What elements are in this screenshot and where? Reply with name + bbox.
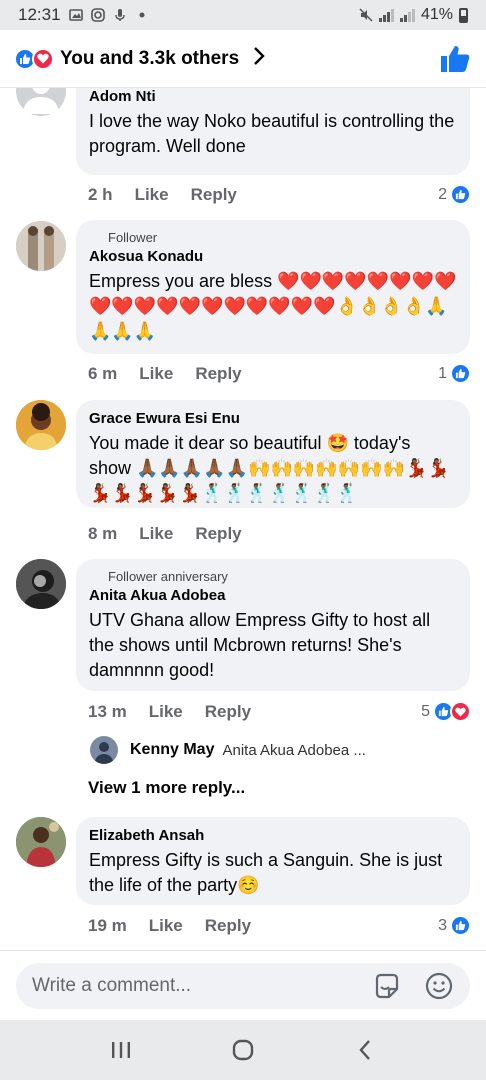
avatar[interactable] [16, 88, 66, 116]
comment-time: 13 m [88, 702, 127, 721]
comment-time: 19 m [88, 916, 127, 935]
reply-author-name[interactable]: Kenny May [130, 741, 214, 759]
comment-actions: 6 m Like Reply [88, 364, 242, 384]
mute-icon [359, 8, 373, 22]
follower-badge: Follower [108, 230, 158, 245]
reply-button[interactable]: Reply [195, 364, 241, 384]
like-button[interactable]: Like [135, 185, 169, 205]
like-reaction-icon [450, 915, 471, 936]
commenter-name[interactable]: Anita Akua Adobea [89, 587, 457, 604]
chevron-right-icon[interactable] [253, 46, 265, 72]
reaction-count: 2 [438, 185, 447, 203]
comment-bubble[interactable]: Grace Ewura Esi Enu You made it dear so … [76, 400, 470, 508]
avatar[interactable] [16, 559, 66, 609]
signal-icon-1 [378, 8, 394, 22]
android-nav-bar [0, 1020, 486, 1080]
comment-text: Empress you are bless ❤️❤️❤️❤️❤️❤️❤️❤️❤️… [89, 271, 457, 341]
comment-bubble[interactable]: Follower Akosua Konadu Empress you are b… [76, 220, 470, 354]
view-more-replies-link[interactable]: View 1 more reply... [88, 778, 245, 798]
love-reaction-icon [32, 47, 54, 70]
comment-time: 2 h [88, 185, 113, 204]
status-bar: 12:31 41% [0, 0, 486, 30]
reply-snippet: Anita Akua Adobea ... [222, 741, 366, 759]
reactions-header[interactable]: You and 3.3k others [0, 30, 486, 88]
back-icon[interactable] [345, 1030, 385, 1070]
comment-actions: 19 m Like Reply [88, 916, 251, 936]
reply-button[interactable]: Reply [205, 702, 251, 722]
reaction-count: 5 [421, 702, 430, 720]
comment-reactions[interactable]: 2 [438, 184, 471, 205]
like-button[interactable]: Like [149, 916, 183, 936]
like-reaction-icon [450, 184, 471, 205]
commenter-name[interactable]: Adom Nti [89, 88, 457, 105]
comment-time: 8 m [88, 524, 118, 543]
comment-text: I love the way Noko beautiful is control… [89, 111, 455, 156]
reply-button[interactable]: Reply [191, 185, 237, 205]
commenter-name[interactable]: Akosua Konadu [89, 248, 457, 265]
instagram-notification-icon [90, 8, 105, 22]
commenter-name[interactable]: Grace Ewura Esi Enu [89, 410, 457, 427]
commenter-name[interactable]: Elizabeth Ansah [89, 827, 457, 844]
emoji-icon[interactable] [424, 971, 454, 1001]
comment-bubble[interactable]: Follower anniversary Anita Akua Adobea U… [76, 559, 470, 691]
avatar[interactable] [90, 736, 118, 764]
comment-time: 6 m [88, 364, 118, 383]
comment-actions: 13 m Like Reply [88, 702, 251, 722]
comment-text: You made it dear so beautiful 🤩 today's … [89, 433, 450, 503]
reply-button[interactable]: Reply [195, 524, 241, 544]
comment-reactions[interactable]: 1 [438, 363, 471, 384]
like-button[interactable]: Like [139, 524, 173, 544]
reply-preview[interactable]: Kenny May Anita Akua Adobea ... [90, 736, 366, 764]
sticker-icon[interactable] [372, 971, 402, 1001]
follower-anniversary-badge: Follower anniversary [108, 569, 228, 584]
comment-list[interactable]: Adom Nti I love the way Noko beautiful i… [0, 88, 486, 950]
gallery-notification-icon [68, 8, 83, 22]
love-reaction-icon [450, 701, 471, 722]
thumbs-up-icon[interactable] [438, 42, 472, 76]
comment-bubble[interactable]: Adom Nti I love the way Noko beautiful i… [76, 88, 470, 175]
battery-percentage: 41% [420, 6, 453, 23]
comment-actions: 2 h Like Reply [88, 185, 237, 205]
battery-icon [459, 7, 468, 23]
reaction-count: 3 [438, 916, 447, 934]
signal-icon-2 [399, 8, 415, 22]
comment-text: Empress Gifty is such a Sanguin. She is … [89, 850, 443, 895]
like-button[interactable]: Like [139, 364, 173, 384]
home-icon[interactable] [223, 1030, 263, 1070]
avatar[interactable] [16, 221, 66, 271]
like-reaction-icon [450, 363, 471, 384]
comment-text: UTV Ghana allow Empress Gifty to host al… [89, 610, 431, 680]
reactions-summary: You and 3.3k others [60, 47, 240, 69]
reply-button[interactable]: Reply [205, 916, 251, 936]
like-button[interactable]: Like [149, 702, 183, 722]
mic-notification-icon [113, 8, 127, 22]
comment-actions: 8 m Like Reply [88, 524, 242, 544]
comment-reactions[interactable]: 5 [421, 701, 471, 722]
comment-reactions[interactable]: 3 [438, 915, 471, 936]
status-time: 12:31 [18, 5, 61, 24]
avatar[interactable] [16, 400, 66, 450]
comment-input-box[interactable] [16, 963, 470, 1009]
dot-notification-icon [135, 8, 149, 22]
recent-apps-icon[interactable] [101, 1030, 141, 1070]
comment-input[interactable] [32, 975, 352, 997]
comment-bubble[interactable]: Elizabeth Ansah Empress Gifty is such a … [76, 817, 470, 905]
avatar[interactable] [16, 817, 66, 867]
reaction-count: 1 [438, 364, 447, 382]
comment-composer [0, 950, 486, 1020]
